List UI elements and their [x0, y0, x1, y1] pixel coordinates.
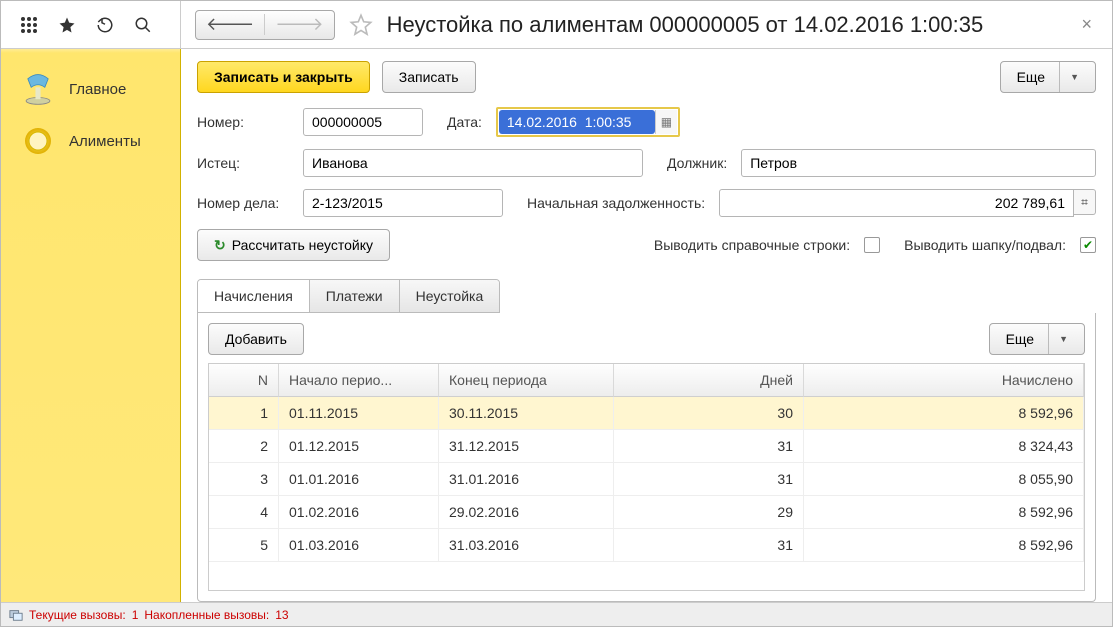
sidebar-item-alimony[interactable]: Алименты [1, 115, 180, 167]
status-icon [9, 608, 23, 622]
ref-lines-checkbox[interactable] [864, 237, 880, 253]
lamp-icon [21, 72, 55, 106]
table-row[interactable]: 5 01.03.2016 31.03.2016 31 8 592,96 [209, 529, 1084, 562]
case-field[interactable] [303, 189, 503, 217]
page-title: Неустойка по алиментам 000000005 от 14.0… [387, 12, 1064, 38]
nav-back[interactable]: 🡐 [196, 14, 264, 35]
header-footer-label: Выводить шапку/подвал: [904, 237, 1066, 253]
col-start[interactable]: Начало перио... [279, 364, 439, 397]
sidebar: Главное Алименты [1, 49, 181, 602]
tab-penalty[interactable]: Неустойка [400, 280, 500, 312]
case-label: Номер дела: [197, 195, 289, 211]
calc-button[interactable]: Рассчитать неустойку [197, 229, 390, 261]
plaintiff-label: Истец: [197, 155, 289, 171]
nav-forward[interactable]: 🡒 [264, 14, 333, 35]
sidebar-item-label: Главное [69, 81, 126, 98]
plaintiff-field[interactable] [303, 149, 643, 177]
status-accum-label: Накопленные вызовы: [144, 608, 269, 622]
ref-lines-label: Выводить справочные строки: [654, 237, 850, 253]
calc-button-label: Рассчитать неустойку [232, 237, 373, 253]
date-label: Дата: [447, 114, 482, 130]
initial-debt-label: Начальная задолженность: [527, 195, 705, 211]
accruals-table: N Начало перио... Конец периода Дней Нач… [208, 363, 1085, 591]
date-field[interactable] [499, 110, 655, 134]
table-row[interactable]: 2 01.12.2015 31.12.2015 31 8 324,43 [209, 430, 1084, 463]
save-close-button[interactable]: Записать и закрыть [197, 61, 370, 93]
status-bar: Текущие вызовы: 1 Накопленные вызовы: 13 [1, 602, 1112, 626]
refresh-icon [214, 237, 226, 254]
calculator-icon[interactable]: ⌗ [1074, 189, 1096, 215]
table-more-button[interactable]: Еще [989, 323, 1085, 355]
more-button[interactable]: Еще [1000, 61, 1096, 93]
sidebar-item-label: Алименты [69, 133, 141, 150]
search-icon[interactable] [133, 15, 153, 35]
nav-buttons: 🡐 🡒 [195, 10, 335, 40]
history-icon[interactable] [95, 15, 115, 35]
star-icon[interactable] [57, 15, 77, 35]
header-footer-checkbox[interactable]: ✔ [1080, 237, 1096, 253]
tab-accruals[interactable]: Начисления [198, 280, 310, 313]
number-field[interactable] [303, 108, 423, 136]
close-icon[interactable]: × [1075, 14, 1098, 35]
col-amount[interactable]: Начислено [804, 364, 1084, 397]
number-label: Номер: [197, 114, 289, 130]
tab-payments[interactable]: Платежи [310, 280, 400, 312]
save-button[interactable]: Записать [382, 61, 476, 93]
debtor-field[interactable] [741, 149, 1096, 177]
status-current-label: Текущие вызовы: [29, 608, 126, 622]
debtor-label: Должник: [667, 155, 727, 171]
date-field-wrap: ▦ [496, 107, 680, 137]
add-button[interactable]: Добавить [208, 323, 304, 355]
col-end[interactable]: Конец периода [439, 364, 614, 397]
table-row[interactable]: 4 01.02.2016 29.02.2016 29 8 592,96 [209, 496, 1084, 529]
sidebar-item-main[interactable]: Главное [1, 63, 180, 115]
apps-icon[interactable] [19, 15, 39, 35]
status-current: 1 [132, 608, 139, 622]
calendar-icon[interactable]: ▦ [655, 110, 677, 134]
col-days[interactable]: Дней [614, 364, 804, 397]
initial-debt-field[interactable] [719, 189, 1074, 217]
coin-icon [21, 124, 55, 158]
status-accum: 13 [275, 608, 288, 622]
table-row[interactable]: 1 01.11.2015 30.11.2015 30 8 592,96 [209, 397, 1084, 430]
table-row[interactable]: 3 01.01.2016 31.01.2016 31 8 055,90 [209, 463, 1084, 496]
col-n[interactable]: N [209, 364, 279, 397]
favorite-toggle-icon[interactable] [347, 11, 375, 39]
tab-bar: Начисления Платежи Неустойка [197, 279, 500, 313]
